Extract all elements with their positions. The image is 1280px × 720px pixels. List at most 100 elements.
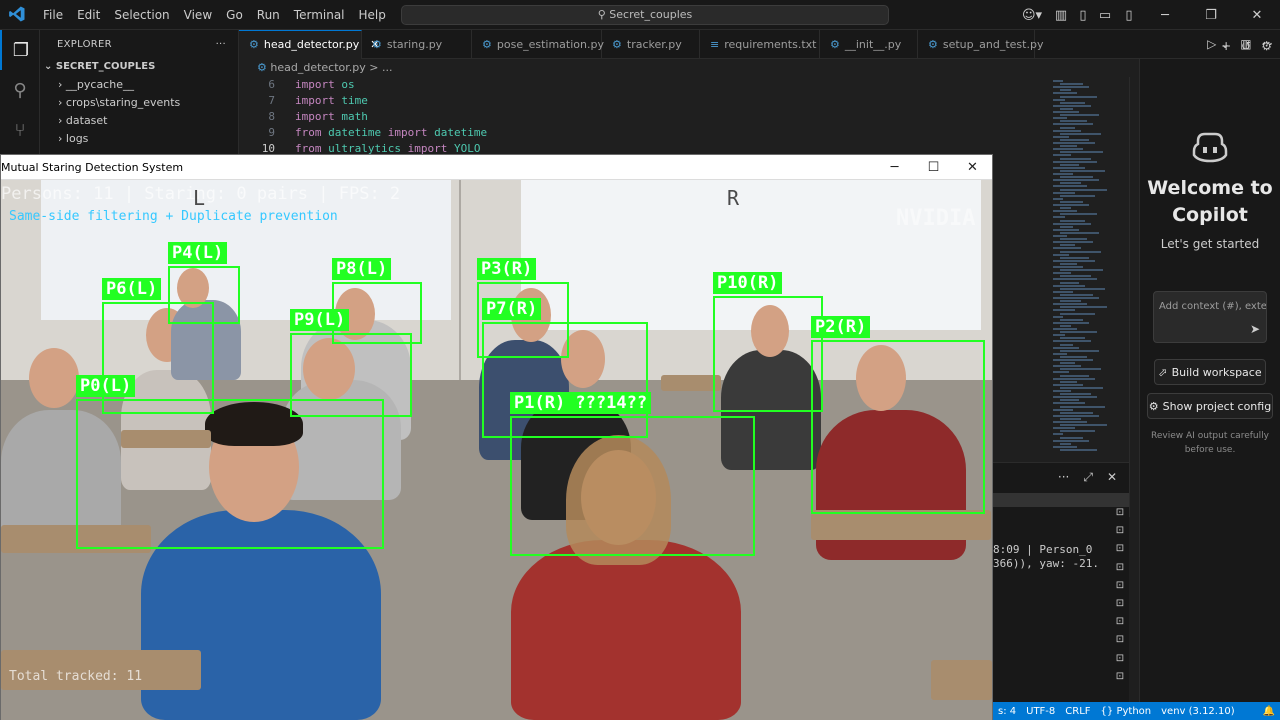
code-line[interactable]: 6 import os bbox=[239, 77, 1049, 93]
code-line[interactable]: 8 import math bbox=[239, 109, 1049, 125]
send-icon[interactable]: ➤ bbox=[1250, 322, 1260, 336]
detection-label: P4(L) bbox=[168, 242, 228, 264]
minimap-line bbox=[1053, 123, 1093, 126]
toggle-secondary-sidebar-icon[interactable]: ▯ bbox=[1116, 8, 1142, 23]
explorer-folder[interactable]: › logs bbox=[40, 130, 238, 148]
history-icon[interactable]: ↺ bbox=[1241, 39, 1251, 53]
menu-item-terminal[interactable]: Terminal bbox=[287, 0, 352, 30]
terminal-instance-icon[interactable]: ⊡ bbox=[1113, 562, 1127, 580]
terminal-instance-icon[interactable]: ⊡ bbox=[1113, 671, 1127, 689]
tab-setup-and-test-py[interactable]: ⚙ setup_and_test.py bbox=[918, 29, 1043, 59]
terminal-output[interactable]: 8:09 | Person_0 366)), yaw: -21. bbox=[993, 543, 1099, 571]
more-actions-icon[interactable]: ··· bbox=[1058, 470, 1069, 484]
maximize-button[interactable]: ❐ bbox=[1188, 8, 1234, 23]
maximize-button[interactable]: ☐ bbox=[914, 160, 953, 175]
tab-tracker-py[interactable]: ⚙ tracker.py bbox=[602, 29, 700, 59]
copilot-icon[interactable]: ☺▾ bbox=[1014, 8, 1050, 23]
search-icon: ⚲ bbox=[597, 8, 606, 21]
minimap-line bbox=[1053, 111, 1079, 113]
close-button[interactable]: ✕ bbox=[1234, 8, 1280, 23]
toggle-panel-icon[interactable]: ▭ bbox=[1094, 8, 1116, 23]
minimap-line bbox=[1060, 300, 1081, 303]
tab-head-detector-py[interactable]: ⚙ head_detector.py ✕ bbox=[239, 29, 379, 59]
minimap-line bbox=[1060, 89, 1071, 92]
code-line[interactable]: 9 from datetime import datetime bbox=[239, 125, 1049, 141]
explorer-root-folder[interactable]: ⌄ SECRET_COUPLES bbox=[40, 58, 238, 76]
status-item[interactable]: {} Python bbox=[1096, 706, 1157, 717]
minimap-line bbox=[1053, 427, 1075, 430]
minimap-line bbox=[1060, 238, 1087, 241]
minimap-line bbox=[1060, 281, 1079, 284]
status-item[interactable]: CRLF bbox=[1060, 706, 1095, 717]
window-controls: ☺▾ ▥ ▯ ▭ ▯ ─ ❐ ✕ bbox=[1014, 0, 1280, 30]
detection-window-titlebar: Mutual Staring Detection System ─ ☐ ✕ bbox=[1, 155, 992, 180]
minimize-button[interactable]: ─ bbox=[1142, 8, 1188, 23]
minimap-line bbox=[1060, 225, 1073, 228]
status-item[interactable]: venv (3.12.10) bbox=[1156, 706, 1239, 717]
tab-requirements-txt[interactable]: ≡ requirements.txt bbox=[700, 29, 820, 59]
terminal-instance-icon[interactable]: ⊡ bbox=[1113, 580, 1127, 598]
menu-item-run[interactable]: Run bbox=[250, 0, 287, 30]
code-token: math bbox=[341, 110, 368, 123]
copilot-chat-input[interactable]: Add context (#), exter ➤ bbox=[1153, 291, 1267, 343]
editor-scrollbar[interactable] bbox=[1129, 77, 1139, 517]
tab-staring-py[interactable]: ⚙ staring.py bbox=[362, 29, 472, 59]
minimap-line bbox=[1060, 176, 1093, 179]
new-chat-icon[interactable]: + bbox=[1221, 39, 1231, 53]
minimap-line bbox=[1060, 380, 1077, 383]
show-project-config-button[interactable]: ⚙ Show project config bbox=[1147, 393, 1273, 419]
menu-item-file[interactable]: File bbox=[36, 0, 70, 30]
close-panel-icon[interactable]: ✕ bbox=[1107, 470, 1117, 484]
copilot-note: Review AI output carefully before use. bbox=[1151, 431, 1269, 455]
minimap-line bbox=[1060, 157, 1091, 160]
terminal-instance-icon[interactable]: ⊡ bbox=[1113, 507, 1127, 525]
minimap-line bbox=[1053, 129, 1081, 132]
minimize-button[interactable]: ─ bbox=[875, 160, 914, 175]
minimap[interactable] bbox=[1049, 77, 1129, 462]
status-item[interactable]: s: 4 bbox=[993, 706, 1021, 717]
chevron-right-icon: › bbox=[58, 96, 66, 109]
menu-item-view[interactable]: View bbox=[177, 0, 219, 30]
terminal-instance-icon[interactable]: ⊡ bbox=[1113, 634, 1127, 652]
detection-label: P10(R) bbox=[713, 272, 783, 294]
minimap-line bbox=[1060, 95, 1097, 98]
notifications-icon[interactable]: 🔔 bbox=[1258, 706, 1280, 717]
layout-icon[interactable]: ▥ bbox=[1050, 8, 1072, 23]
minimap-line bbox=[1060, 126, 1075, 129]
menu-item-selection[interactable]: Selection bbox=[107, 0, 176, 30]
menu-item-help[interactable]: Help bbox=[352, 0, 393, 30]
tab--init-py[interactable]: ⚙ __init__.py bbox=[820, 29, 918, 59]
status-item[interactable]: UTF-8 bbox=[1021, 706, 1060, 717]
explorer-folder[interactable]: › crops\staring_events bbox=[40, 94, 238, 112]
build-workspace-button[interactable]: ⬀ Build workspace bbox=[1154, 359, 1266, 385]
maximize-panel-icon[interactable]: ⤢ bbox=[1083, 470, 1093, 485]
explorer-folder[interactable]: › __pycache__ bbox=[40, 76, 238, 94]
breadcrumb-file[interactable]: head_detector.py bbox=[270, 61, 365, 74]
folder-label: dataset bbox=[65, 114, 108, 127]
menu-item-go[interactable]: Go bbox=[219, 0, 250, 30]
code-line[interactable]: 7 import time bbox=[239, 93, 1049, 109]
tab-pose-estimation-py[interactable]: ⚙ pose_estimation.py bbox=[472, 29, 604, 59]
terminal-instance-icon[interactable]: ⊡ bbox=[1113, 616, 1127, 634]
minimap-line bbox=[1053, 359, 1093, 361]
menu-item-edit[interactable]: Edit bbox=[70, 0, 107, 30]
terminal-instance-icon[interactable]: ⊡ bbox=[1113, 543, 1127, 561]
detection-box bbox=[510, 416, 755, 556]
close-button[interactable]: ✕ bbox=[953, 160, 992, 175]
minimap-line bbox=[1053, 148, 1083, 151]
terminal-instance-icon[interactable]: ⊡ bbox=[1113, 653, 1127, 671]
toggle-sidebar-icon[interactable]: ▯ bbox=[1072, 8, 1094, 23]
terminal-instance-icon[interactable]: ⊡ bbox=[1113, 525, 1127, 543]
explorer-icon[interactable]: ❐ bbox=[0, 30, 40, 70]
minimap-line bbox=[1053, 259, 1095, 262]
settings-icon[interactable]: ⚙ bbox=[1261, 39, 1272, 53]
command-search-box[interactable]: ⚲ Secret_couples bbox=[401, 5, 889, 25]
search-icon[interactable]: ⚲ bbox=[0, 70, 40, 110]
minimap-line bbox=[1060, 269, 1103, 272]
source-control-icon[interactable]: ⑂ bbox=[0, 110, 40, 150]
explorer-folder[interactable]: › dataset bbox=[40, 112, 238, 130]
more-actions-icon[interactable]: ··· bbox=[216, 39, 226, 50]
terminal-instance-icon[interactable]: ⊡ bbox=[1113, 598, 1127, 616]
minimap-line bbox=[1060, 417, 1081, 420]
breadcrumb-rest[interactable]: > ... bbox=[369, 61, 392, 74]
